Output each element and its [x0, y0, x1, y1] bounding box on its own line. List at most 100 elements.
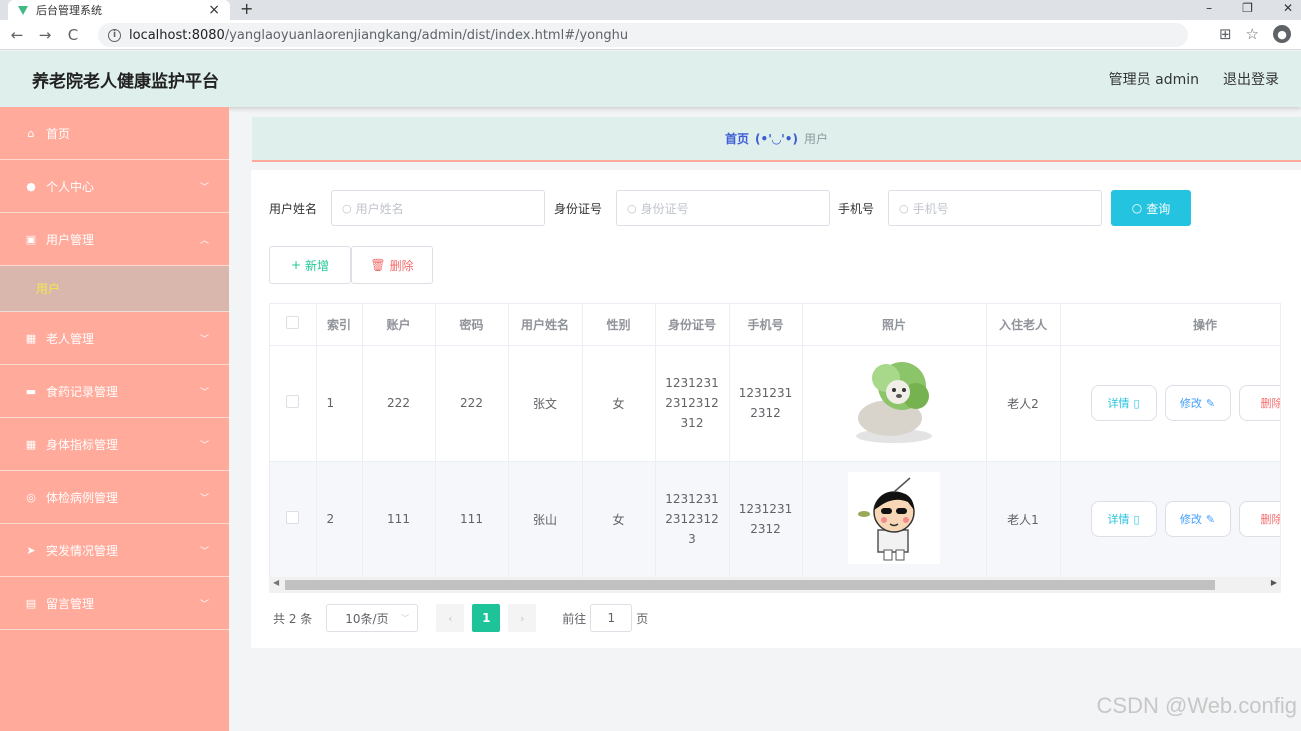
translate-icon[interactable]: ⊞	[1219, 25, 1232, 43]
phone-search-input[interactable]: ○ 手机号	[888, 190, 1102, 226]
table-row: 2 111 111 张山 女 123123123123123 123123123…	[270, 461, 1281, 578]
close-icon[interactable]: ×	[208, 2, 220, 18]
cabbage-dog-photo	[856, 361, 932, 443]
actions-cell: 详情 ▯ 修改 ✎ 删除	[1060, 461, 1281, 578]
person-icon: ●	[26, 179, 36, 193]
column-header: 操作	[1060, 304, 1280, 346]
sidebar-item-messages[interactable]: ▤ 留言管理 ﹀	[0, 577, 229, 630]
profile-icon[interactable]: ●	[1273, 25, 1291, 43]
column-header: 手机号	[729, 304, 803, 346]
minimize-icon[interactable]: –	[1206, 0, 1212, 16]
name-search-input[interactable]: ○ 用户姓名	[331, 190, 545, 226]
scrollbar-thumb[interactable]	[285, 580, 1215, 590]
gender-cell: 女	[582, 461, 656, 578]
sidebar-item-checkup-cases[interactable]: ◎ 体检病例管理 ﹀	[0, 471, 229, 524]
goto-page-input[interactable]: 1	[590, 604, 633, 632]
logout-link[interactable]: 退出登录	[1223, 69, 1279, 89]
batch-delete-button[interactable]: 🗑 删除	[351, 246, 433, 284]
star-icon[interactable]: ☆	[1246, 25, 1259, 43]
grid-icon: ▦	[25, 437, 37, 451]
chevron-down-icon: ﹀	[199, 182, 209, 193]
restore-icon[interactable]: ❐	[1242, 0, 1253, 16]
chevron-down-icon: ﹀	[199, 440, 209, 451]
sidebar-item-user-management[interactable]: ▣ 用户管理 ︿	[0, 213, 229, 266]
window-close-icon[interactable]: ✕	[1283, 0, 1293, 16]
table-header-row: 索引 账户 密码 用户姓名 性别 身份证号 手机号 照片 入住老人 操作	[270, 304, 1280, 346]
sidebar-item-label: 个人中心	[46, 179, 95, 194]
detail-button[interactable]: 详情 ▯	[1090, 385, 1157, 421]
add-button[interactable]: + 新增	[269, 246, 351, 284]
sidebar-item-body-metrics[interactable]: ▦ 身体指标管理 ﹀	[0, 418, 229, 471]
breadcrumb-separator: (•'◡'•)	[755, 131, 798, 146]
add-label: 新增	[305, 258, 330, 273]
clipboard-icon: ▤	[25, 596, 37, 610]
watermark: CSDN @Web.config	[1096, 693, 1297, 718]
tab-title: 后台管理系统	[36, 4, 102, 17]
row-checkbox[interactable]	[286, 395, 300, 408]
row-select-cell	[270, 461, 317, 578]
sidebar-subitem-users[interactable]: 用户	[0, 266, 229, 312]
breadcrumb-home[interactable]: 首页	[725, 130, 749, 147]
sidebar-item-label: 老人管理	[46, 331, 95, 346]
app-title: 养老院老人健康监护平台	[32, 71, 219, 92]
forward-icon[interactable]: →	[34, 26, 56, 44]
table-horizontal-scrollbar[interactable]: ◀ ▶	[269, 577, 1281, 593]
sidebar-item-personal-center[interactable]: ● 个人中心 ﹀	[0, 160, 229, 213]
select-all-checkbox[interactable]	[286, 316, 300, 330]
phone-cell: 12312312312	[729, 345, 803, 462]
search-icon: ○	[899, 201, 909, 215]
edit-button[interactable]: 修改 ✎	[1164, 501, 1231, 537]
page-size-select[interactable]: 10条/页 ﹀	[326, 604, 419, 632]
back-icon[interactable]: ←	[6, 26, 28, 44]
sidebar: ⌂ 首页 ● 个人中心 ﹀ ▣ 用户管理 ︿ 用户 ▦ 老人管理 ﹀ ▬ 食药记…	[0, 107, 229, 731]
chevron-down-icon: ﹀	[199, 493, 209, 504]
sidebar-item-meal-medicine[interactable]: ▬ 食药记录管理 ﹀	[0, 365, 229, 418]
account-cell: 111	[362, 461, 436, 578]
sidebar-item-home[interactable]: ⌂ 首页	[0, 107, 229, 160]
id-number-cell: 12312312312312312	[655, 345, 730, 462]
breadcrumb-current: 用户	[803, 132, 828, 146]
document-icon: ▯	[1133, 512, 1140, 526]
url-path: /yanglaoyuanlaorenjiangkang/admin/dist/i…	[224, 27, 629, 43]
app-header: 养老院老人健康监护平台 管理员 admin 退出登录	[0, 51, 1301, 107]
page-number-current[interactable]: 1	[472, 604, 501, 632]
row-delete-button[interactable]: 删除	[1238, 501, 1281, 537]
id-search-input[interactable]: ○ 身份证号	[616, 190, 830, 226]
search-icon: ○	[342, 201, 352, 215]
chevron-down-icon: ﹀	[199, 334, 209, 345]
column-header: 用户姓名	[508, 304, 583, 346]
column-header: 身份证号	[655, 304, 730, 346]
elder-cell: 老人2	[986, 345, 1061, 462]
prev-page-button[interactable]: ‹	[436, 604, 465, 632]
reload-icon[interactable]: C	[62, 26, 84, 44]
search-icon: ○	[1131, 201, 1143, 215]
query-button[interactable]: ○ 查询	[1111, 190, 1191, 226]
url-field[interactable]: i localhost:8080/yanglaoyuanlaorenjiangk…	[98, 23, 1188, 47]
vue-logo-icon	[18, 5, 28, 15]
sidebar-item-elder-management[interactable]: ▦ 老人管理 ﹀	[0, 312, 229, 365]
scroll-right-icon[interactable]: ▶	[1271, 578, 1277, 587]
scroll-left-icon[interactable]: ◀	[273, 578, 279, 587]
detail-button[interactable]: 详情 ▯	[1090, 501, 1157, 537]
total-count: 共 2 条	[273, 611, 313, 626]
pencil-icon: ✎	[1205, 396, 1216, 410]
edit-button[interactable]: 修改 ✎	[1164, 385, 1231, 421]
account-cell: 222	[362, 345, 436, 462]
id-number-cell: 123123123123123	[655, 461, 730, 578]
row-delete-button[interactable]: 删除	[1238, 385, 1280, 421]
info-icon[interactable]: i	[108, 28, 121, 42]
users-table: 索引 账户 密码 用户姓名 性别 身份证号 手机号 照片 入住老人 操作 1 2…	[269, 303, 1281, 593]
browser-tab[interactable]: 后台管理系统 ×	[8, 0, 230, 20]
new-tab-icon[interactable]: +	[240, 0, 253, 18]
row-checkbox[interactable]	[286, 511, 300, 524]
trash-icon: 🗑	[370, 258, 386, 272]
table-row: 1 222 222 张文 女 12312312312312312 1231231…	[270, 345, 1280, 462]
breadcrumb: 首页 (•'◡'•) 用户	[252, 117, 1301, 162]
row-delete-label: 删除	[1260, 513, 1281, 526]
next-page-button[interactable]: ›	[508, 604, 537, 632]
sidebar-subitem-label: 用户	[36, 282, 61, 296]
send-icon: ➤	[26, 543, 36, 557]
grid-icon: ▦	[25, 331, 37, 345]
password-cell: 222	[435, 345, 509, 462]
sidebar-item-emergencies[interactable]: ➤ 突发情况管理 ﹀	[0, 524, 229, 577]
